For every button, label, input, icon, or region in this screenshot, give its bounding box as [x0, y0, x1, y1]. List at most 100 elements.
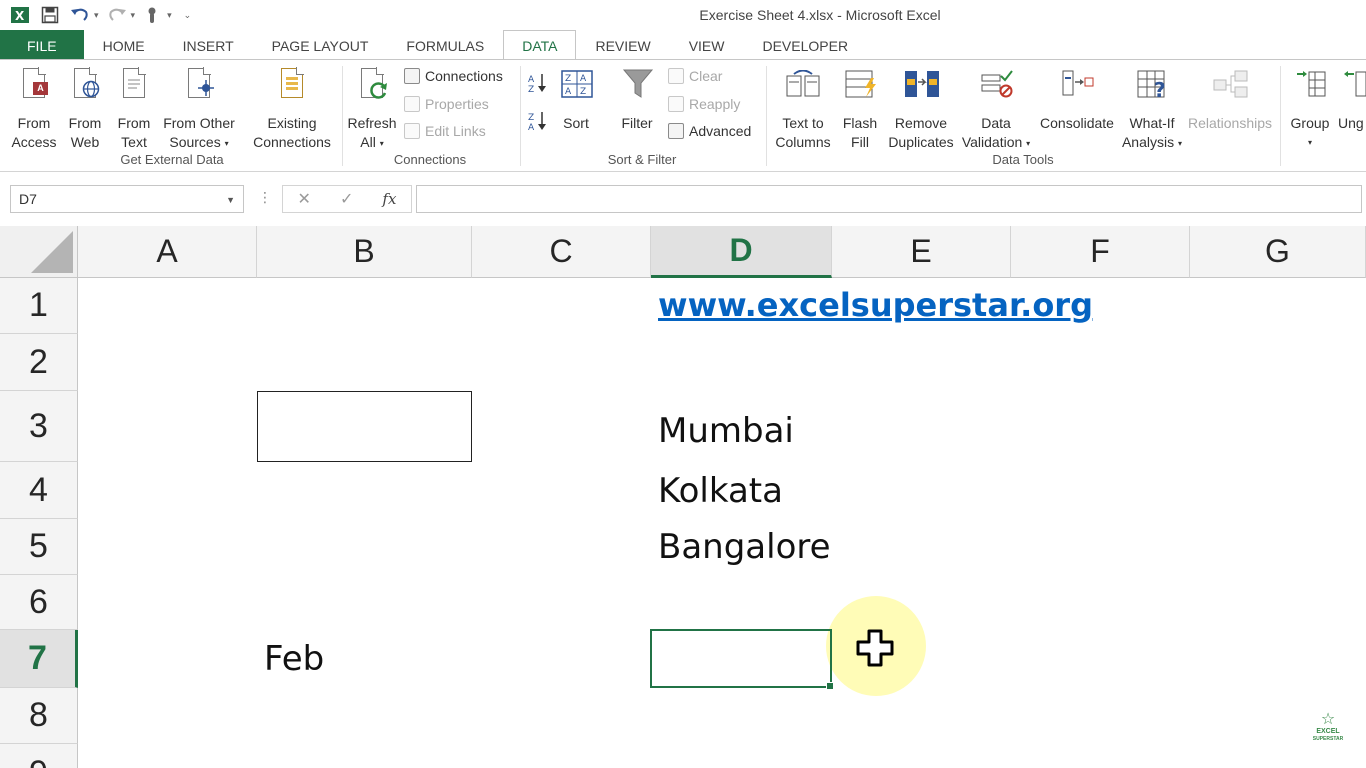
- from-text-button[interactable]: From Text: [110, 60, 158, 152]
- row-header-6[interactable]: 6: [0, 575, 78, 630]
- name-box-value: D7: [19, 191, 37, 207]
- group-label: Group: [1290, 115, 1330, 131]
- properties-button[interactable]: Properties: [404, 96, 489, 112]
- group-button[interactable]: Group ▾: [1286, 60, 1334, 152]
- from-web-button[interactable]: From Web: [62, 60, 108, 152]
- cell-d1-hyperlink[interactable]: www.excelsuperstar.org: [658, 286, 1093, 324]
- tab-insert[interactable]: INSERT: [164, 30, 253, 60]
- flash-fill-label-1: Flash: [842, 115, 878, 131]
- formula-input[interactable]: [416, 185, 1362, 213]
- svg-text:Z: Z: [528, 113, 534, 123]
- connections-button[interactable]: Connections: [404, 68, 503, 84]
- tab-formulas[interactable]: FORMULAS: [387, 30, 503, 60]
- existing-connections-button[interactable]: Existing Connections: [250, 60, 334, 152]
- row-header-1[interactable]: 1: [0, 278, 78, 334]
- text-to-columns-button[interactable]: Text to Columns: [772, 60, 834, 152]
- from-text-label-1: From: [117, 115, 151, 131]
- name-box[interactable]: D7 ▼: [10, 185, 244, 213]
- select-all-button[interactable]: [0, 226, 78, 278]
- row-header-9[interactable]: 9: [0, 744, 78, 768]
- from-other-sources-button[interactable]: From Other Sources ▾: [160, 60, 238, 153]
- from-text-label-2: Text: [121, 134, 147, 150]
- tab-review[interactable]: REVIEW: [576, 30, 669, 60]
- sort-ascending-icon: AZ: [528, 74, 546, 94]
- what-if-label-2: Analysis ▾: [1122, 133, 1182, 153]
- tab-view[interactable]: VIEW: [670, 30, 744, 60]
- svg-text:A: A: [580, 74, 587, 84]
- edit-links-button[interactable]: Edit Links: [404, 123, 486, 139]
- row-header-3[interactable]: 3: [0, 391, 78, 462]
- column-header-d[interactable]: D: [651, 226, 832, 278]
- refresh-label-2-text: All: [360, 134, 376, 150]
- row-header-2[interactable]: 2: [0, 334, 78, 391]
- group-separator: [520, 66, 521, 166]
- edit-links-icon: [404, 123, 420, 139]
- column-header-b[interactable]: B: [257, 226, 472, 278]
- svg-text:?: ?: [1154, 78, 1166, 100]
- cell-b3-bordered[interactable]: [257, 391, 472, 462]
- dropdown-arrow-icon: ▾: [1026, 138, 1031, 148]
- existing-label-1: Existing: [267, 115, 317, 131]
- consolidate-icon: [1060, 66, 1094, 102]
- what-if-analysis-button[interactable]: ? What-If Analysis ▾: [1118, 60, 1186, 153]
- advanced-filter-icon: [668, 123, 684, 139]
- flash-fill-button[interactable]: Flash Fill: [838, 60, 882, 152]
- connections-icon: [404, 68, 420, 84]
- group-separator: [342, 66, 343, 166]
- from-other-label-1: From Other: [163, 115, 235, 131]
- column-header-g[interactable]: G: [1190, 226, 1366, 278]
- formula-bar-grip-icon[interactable]: ⋮: [258, 189, 272, 206]
- consolidate-label: Consolidate: [1040, 115, 1114, 131]
- refresh-all-button[interactable]: Refresh All ▾: [346, 60, 398, 153]
- row-header-7[interactable]: 7: [0, 630, 78, 688]
- sort-z-to-a-button[interactable]: ZA: [526, 110, 550, 132]
- clear-button[interactable]: Clear: [668, 68, 722, 84]
- sort-label: Sort: [563, 115, 589, 131]
- cell-d4[interactable]: Kolkata: [658, 471, 783, 511]
- consolidate-button[interactable]: Consolidate: [1038, 60, 1116, 133]
- advanced-filter-button[interactable]: Advanced: [668, 123, 751, 139]
- reapply-button[interactable]: Reapply: [668, 96, 740, 112]
- tab-developer[interactable]: DEVELOPER: [743, 30, 867, 60]
- row-header-4[interactable]: 4: [0, 462, 78, 519]
- confirm-entry-icon[interactable]: ✓: [340, 189, 353, 209]
- ungroup-button[interactable]: Ung: [1338, 60, 1366, 133]
- svg-text:A: A: [528, 123, 535, 132]
- column-header-e[interactable]: E: [832, 226, 1011, 278]
- title-bar: X ▾ ▾ ▾ ⌄ Exercise Sheet 4.xlsx - Micros…: [0, 0, 1366, 30]
- refresh-label-1: Refresh: [347, 115, 397, 131]
- refresh-label-2: All ▾: [360, 133, 383, 153]
- column-header-c[interactable]: C: [472, 226, 651, 278]
- excel-superstar-watermark: ☆ EXCEL SUPERSTAR: [1308, 712, 1348, 743]
- text-to-columns-label-1: Text to: [782, 115, 824, 131]
- tab-file[interactable]: FILE: [0, 30, 84, 60]
- sort-button[interactable]: ZAAZ Sort: [554, 60, 598, 133]
- from-access-button[interactable]: A From Access: [8, 60, 60, 152]
- from-access-label-2: Access: [11, 134, 57, 150]
- column-header-a[interactable]: A: [78, 226, 257, 278]
- name-box-dropdown-icon[interactable]: ▼: [226, 195, 235, 205]
- data-validation-button[interactable]: Data Validation ▾: [958, 60, 1034, 153]
- clear-filter-icon: [668, 68, 684, 84]
- filter-button[interactable]: Filter: [614, 60, 660, 133]
- cancel-entry-icon[interactable]: ✕: [298, 189, 311, 209]
- cell-b7[interactable]: Feb: [264, 639, 324, 679]
- cell-d5[interactable]: Bangalore: [658, 527, 831, 567]
- active-cell-d7[interactable]: [650, 629, 834, 690]
- group-label-data-tools: Data Tools: [992, 152, 1054, 167]
- tab-page-layout[interactable]: PAGE LAYOUT: [253, 30, 388, 60]
- row-header-5[interactable]: 5: [0, 519, 78, 575]
- sort-a-to-z-button[interactable]: AZ: [526, 72, 550, 94]
- cell-d3[interactable]: Mumbai: [658, 411, 794, 451]
- insert-function-icon[interactable]: fx: [382, 190, 396, 208]
- relationships-button[interactable]: Relationships: [1186, 60, 1274, 133]
- row-header-8[interactable]: 8: [0, 688, 78, 744]
- filter-funnel-icon: [620, 66, 654, 102]
- tab-data[interactable]: DATA: [503, 30, 577, 61]
- tab-home[interactable]: HOME: [84, 30, 164, 60]
- flash-fill-icon: [843, 66, 877, 102]
- what-if-label-2-text: Analysis: [1121, 134, 1175, 150]
- filter-label: Filter: [621, 115, 653, 131]
- column-header-f[interactable]: F: [1011, 226, 1190, 278]
- remove-duplicates-button[interactable]: Remove Duplicates: [886, 60, 956, 152]
